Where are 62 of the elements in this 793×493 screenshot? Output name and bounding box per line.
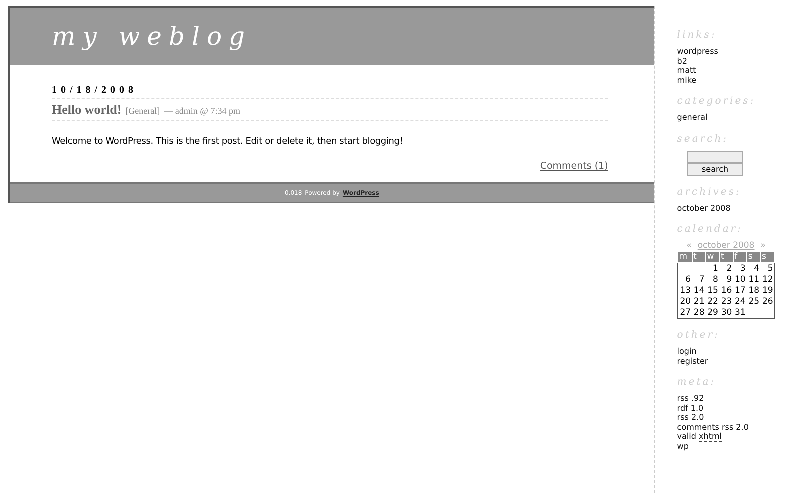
weekday-header: f bbox=[733, 252, 747, 262]
calendar-day: 22 bbox=[706, 296, 720, 307]
calendar-day: 30 bbox=[719, 307, 734, 318]
calendar-day: 23 bbox=[719, 296, 734, 307]
calendar-day: 9 bbox=[719, 274, 734, 285]
calendar-day: 11 bbox=[746, 274, 761, 285]
search-button[interactable]: search bbox=[687, 162, 744, 176]
calendar-day: 13 bbox=[678, 285, 692, 296]
calendar-day: 3 bbox=[733, 262, 747, 274]
calendar-day: 8 bbox=[706, 274, 720, 285]
calendar-day: 26 bbox=[760, 296, 775, 307]
calendar-day: 10 bbox=[733, 274, 747, 285]
calendar-day: 28 bbox=[692, 307, 706, 318]
sidebar-link[interactable]: valid bbox=[677, 432, 696, 441]
sidebar-link[interactable]: wordpress bbox=[677, 47, 793, 56]
calendar-day: 24 bbox=[733, 296, 747, 307]
calendar-day: 20 bbox=[678, 296, 692, 307]
sidebar-link[interactable]: rss 2.0 bbox=[677, 413, 793, 422]
sidebar-link[interactable]: mike bbox=[677, 76, 793, 85]
sidebar-link[interactable]: rdf 1.0 bbox=[677, 404, 793, 413]
weekday-header: m bbox=[678, 252, 692, 262]
xhtml-link[interactable]: xhtml bbox=[699, 432, 722, 442]
calendar-day: 14 bbox=[692, 285, 706, 296]
sidebar-link[interactable]: wp bbox=[677, 442, 793, 451]
sidebar-link[interactable]: login bbox=[677, 347, 793, 356]
calendar-day: 31 bbox=[733, 307, 747, 318]
calendar-day: 2 bbox=[719, 262, 734, 274]
calendar-day: 7 bbox=[692, 274, 706, 285]
weekday-header: w bbox=[706, 252, 720, 262]
post-date: 10/18/2008 bbox=[52, 85, 608, 99]
calendar-day: 12 bbox=[760, 274, 775, 285]
weekday-header: t bbox=[692, 252, 706, 262]
calendar-day: 1 bbox=[706, 262, 720, 274]
sidebar-link[interactable]: b2 bbox=[677, 56, 793, 66]
calendar-month: october 2008 bbox=[698, 241, 755, 251]
sidebar-link[interactable]: comments rss 2.0 bbox=[677, 422, 793, 432]
sidebar-link[interactable]: general bbox=[677, 113, 793, 122]
search-field[interactable] bbox=[687, 150, 744, 162]
calendar-day: 5 bbox=[760, 262, 775, 274]
calendar-day: 19 bbox=[760, 285, 775, 296]
weekday-header: t bbox=[719, 252, 734, 262]
post-body: Welcome to WordPress. This is the first post. Edit or delete it, then start blogging! bbox=[52, 137, 404, 147]
calendar-day: 18 bbox=[746, 285, 761, 296]
weekday-header: s bbox=[760, 252, 775, 262]
calendar-day: 27 bbox=[678, 307, 692, 318]
sidebar-link[interactable]: matt bbox=[677, 66, 793, 76]
calendar-day: 17 bbox=[733, 285, 747, 296]
post-meta: — admin @ 7:34 pm bbox=[164, 106, 240, 116]
calendar-day: 6 bbox=[678, 274, 692, 285]
sidebar-link[interactable]: rss .92 bbox=[677, 394, 793, 404]
calendar-day: 25 bbox=[746, 296, 761, 307]
post-category[interactable]: [General] bbox=[126, 106, 160, 116]
calendar-day: 29 bbox=[706, 307, 720, 318]
calendar-day: 4 bbox=[746, 262, 761, 274]
sidebar-link[interactable]: october 2008 bbox=[677, 204, 793, 213]
post-title[interactable]: Hello world! bbox=[52, 102, 122, 118]
comments-link[interactable]: Comments (1) bbox=[540, 161, 608, 172]
weekday-header: s bbox=[746, 252, 761, 262]
sidebar-link[interactable]: register bbox=[677, 356, 793, 366]
calendar-day: 16 bbox=[719, 285, 734, 296]
calendar-day: 15 bbox=[706, 285, 720, 296]
calendar-day: 21 bbox=[692, 296, 706, 307]
